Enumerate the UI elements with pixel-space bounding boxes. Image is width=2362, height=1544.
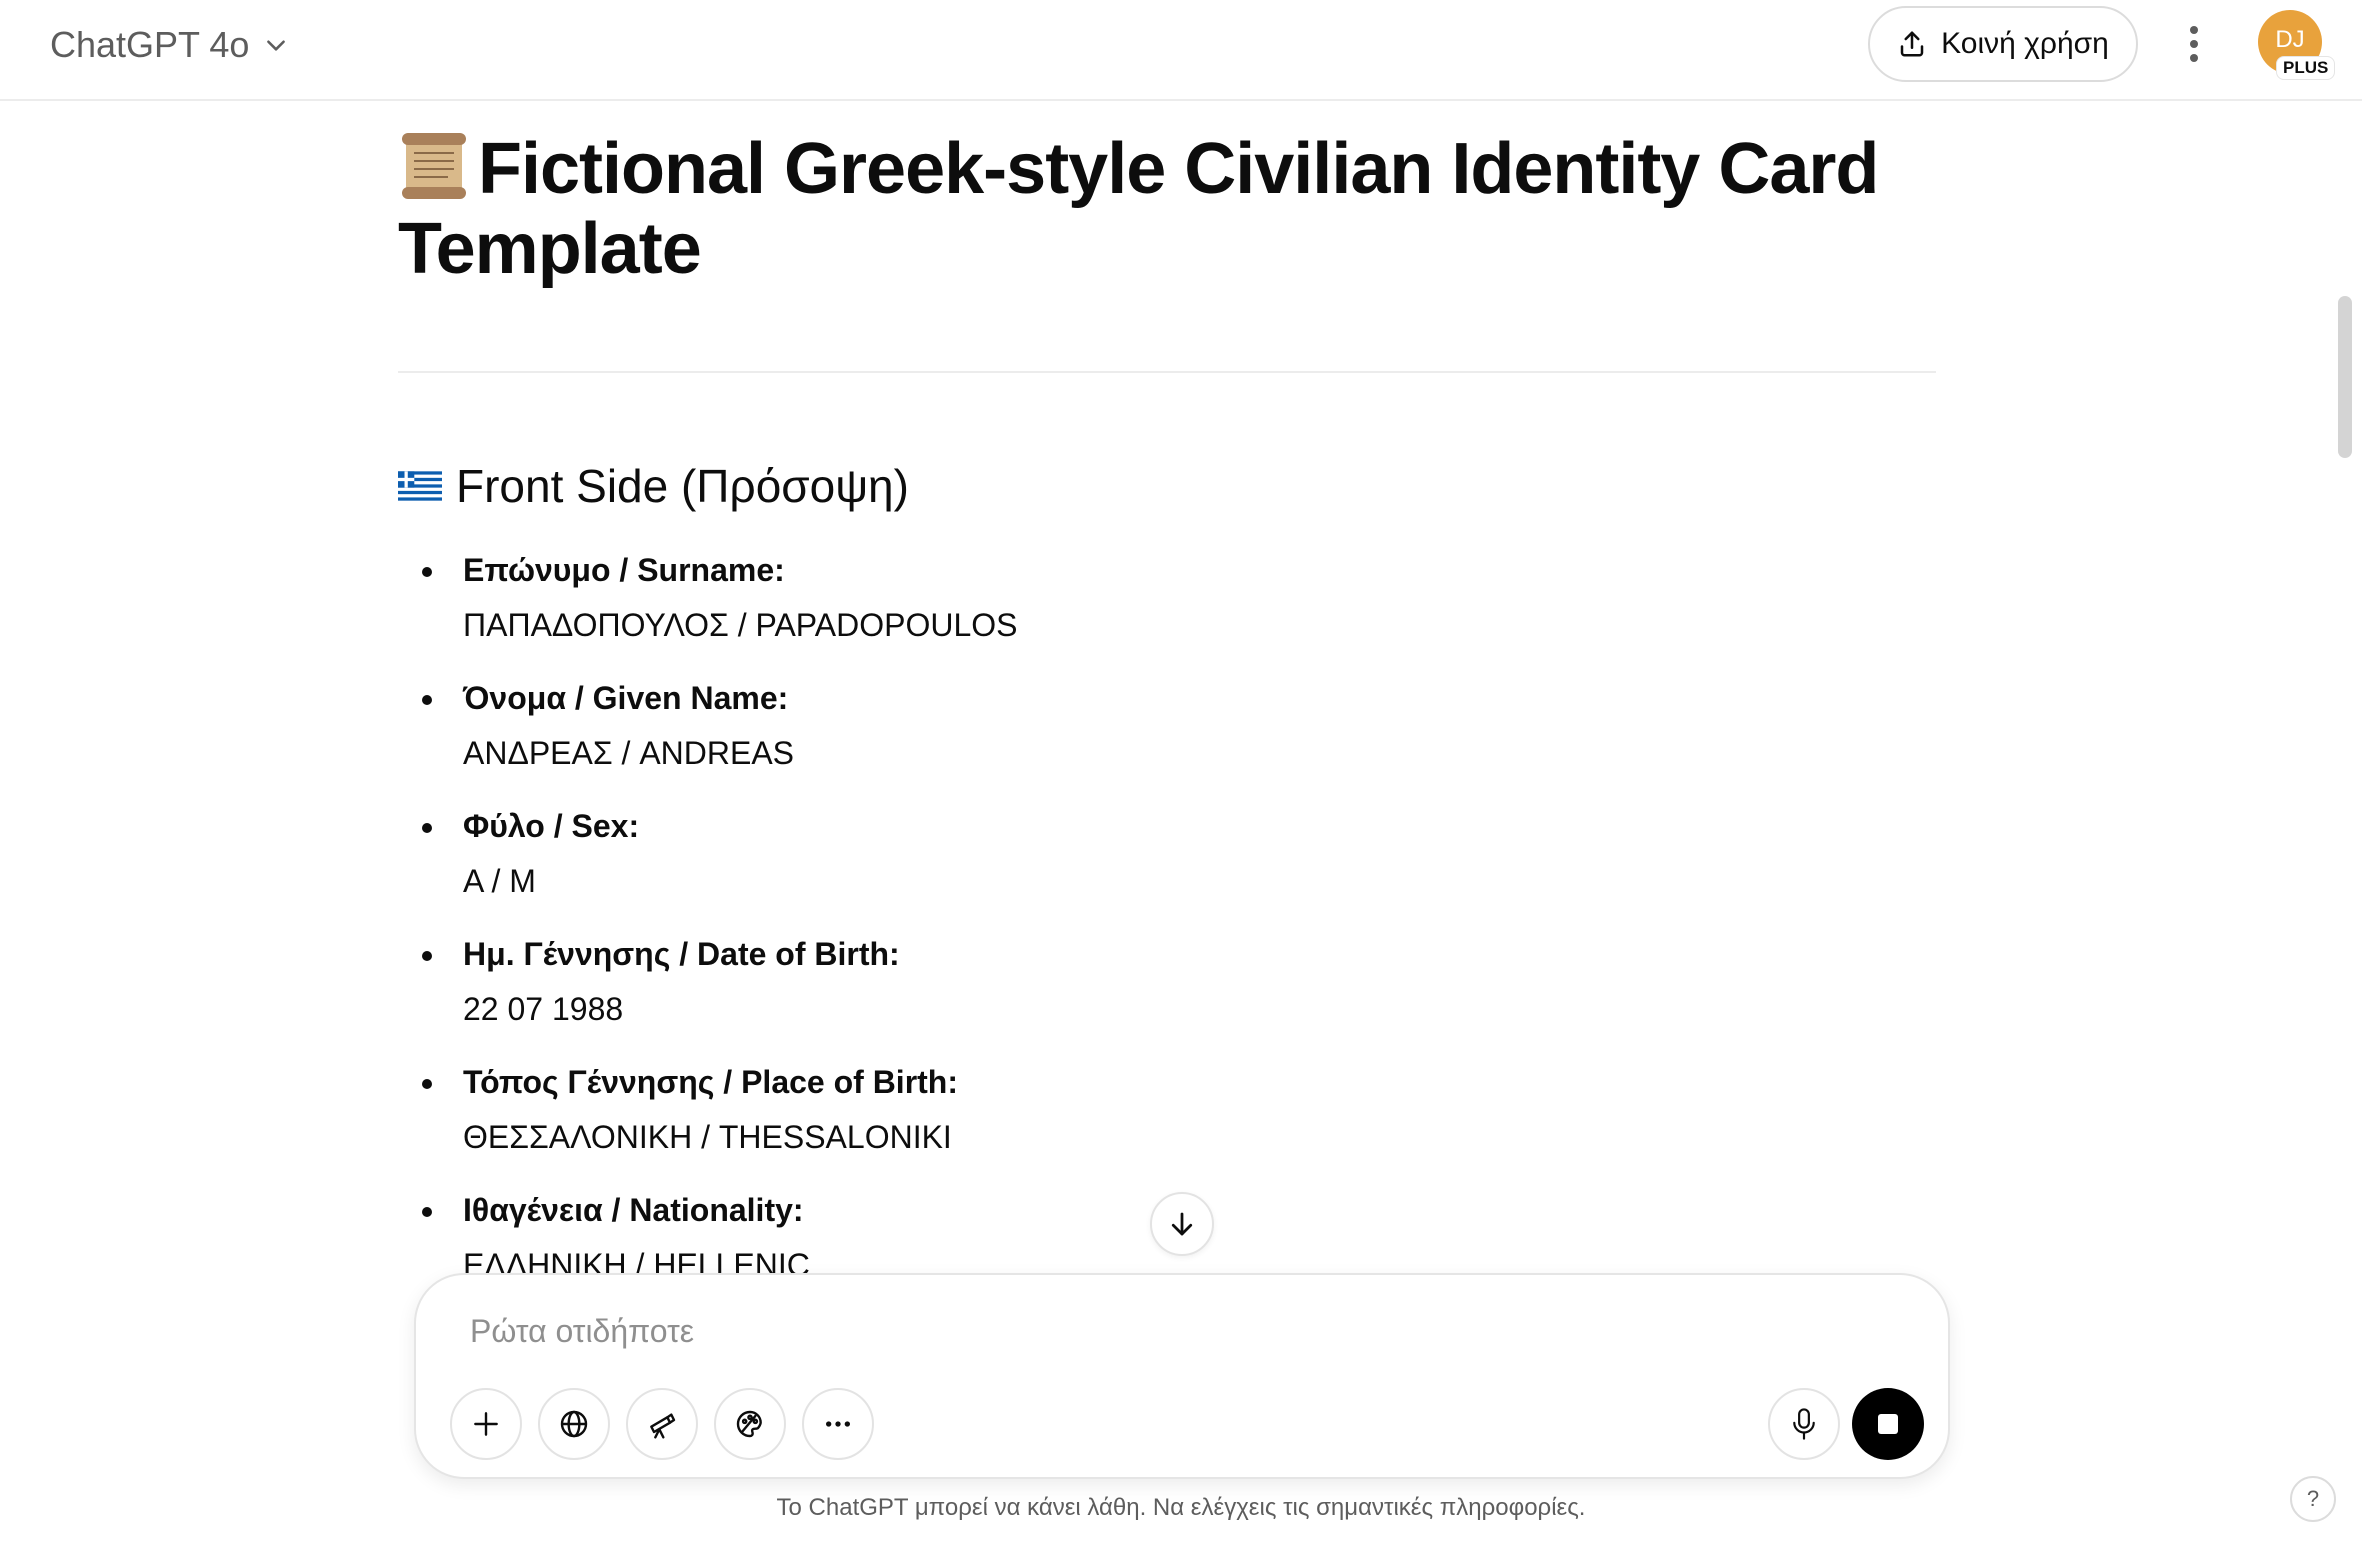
list-item: Επώνυμο / Surname: ΠΑΠΑΔΟΠΟΥΛΟΣ / PAPADO… xyxy=(398,546,1936,674)
plan-badge: PLUS xyxy=(2276,56,2336,80)
create-image-button[interactable] xyxy=(714,1388,786,1460)
field-label: Τόπος Γέννησης / Place of Birth: xyxy=(463,1064,958,1100)
dictate-button[interactable] xyxy=(1768,1388,1840,1460)
field-label: Όνομα / Given Name: xyxy=(463,680,789,716)
bullet xyxy=(422,1207,432,1217)
help-button[interactable]: ? xyxy=(2290,1476,2336,1522)
microphone-icon xyxy=(1793,1408,1815,1440)
scrollbar-thumb[interactable] xyxy=(2338,296,2352,458)
globe-icon xyxy=(560,1410,588,1438)
scroll-to-bottom-button[interactable] xyxy=(1150,1192,1214,1256)
document-title-text: Fictional Greek-style Civilian Identity … xyxy=(398,129,1879,289)
stop-icon xyxy=(1878,1414,1898,1434)
scroll-icon xyxy=(402,133,466,199)
field-label: Επώνυμο / Surname: xyxy=(463,552,785,588)
bullet xyxy=(422,567,432,577)
field-value: 22 07 1988 xyxy=(463,991,624,1027)
document-title: Fictional Greek-style Civilian Identity … xyxy=(398,129,1936,289)
section-heading-text: Front Side (Πρόσοψη) xyxy=(456,460,909,512)
bullet xyxy=(422,695,432,705)
list-item: Φύλο / Sex: Α / M xyxy=(398,802,1936,930)
model-name: ChatGPT 4o xyxy=(50,24,250,65)
more-options-button[interactable] xyxy=(2168,18,2220,70)
field-label: Ιθαγένεια / Nationality: xyxy=(463,1192,804,1228)
model-selector[interactable]: ChatGPT 4o xyxy=(36,16,303,74)
field-label: Ημ. Γέννησης / Date of Birth: xyxy=(463,936,900,972)
more-horizontal-icon xyxy=(826,1421,850,1427)
field-value: ΘΕΣΣΑΛΟΝΙΚΗ / THESSALONIKI xyxy=(463,1119,952,1155)
top-bar: ChatGPT 4o Κοινή χρήση DJ PLUS xyxy=(0,0,2362,101)
disclaimer-text: Το ChatGPT μπορεί να κάνει λάθη. Να ελέγ… xyxy=(776,1494,1586,1521)
field-value: Α / M xyxy=(463,863,536,899)
stop-generating-button[interactable] xyxy=(1852,1388,1924,1460)
field-value: ΠΑΠΑΔΟΠΟΥΛΟΣ / PAPADOPOULOS xyxy=(463,607,1018,643)
more-vertical-icon xyxy=(2190,26,2198,62)
list-item: Όνομα / Given Name: ΑΝΔΡΕΑΣ / ANDREAS xyxy=(398,674,1936,802)
field-value: ΕΛΛΗΝΙΚΗ / HELLENIC xyxy=(463,1247,810,1273)
bullet xyxy=(422,951,432,961)
telescope-icon xyxy=(650,1413,676,1439)
section-divider xyxy=(398,371,1936,373)
add-attachment-button[interactable] xyxy=(450,1388,522,1460)
prompt-input[interactable] xyxy=(470,1301,1870,1361)
field-list: Επώνυμο / Surname: ΠΑΠΑΔΟΠΟΥΛΟΣ / PAPADO… xyxy=(398,546,1936,1273)
help-icon: ? xyxy=(2306,1486,2320,1511)
bullet xyxy=(422,1079,432,1089)
section-heading: Front Side (Πρόσοψη) xyxy=(398,451,909,521)
field-label: Φύλο / Sex: xyxy=(463,808,640,844)
chat-page: ChatGPT 4o Κοινή χρήση DJ PLUS Fictional… xyxy=(0,0,2362,1544)
plus-icon xyxy=(474,1412,498,1436)
share-button[interactable]: Κοινή χρήση xyxy=(1868,6,2138,82)
arrow-down-icon xyxy=(1171,1212,1193,1236)
deep-research-button[interactable] xyxy=(626,1388,698,1460)
conversation-content: Fictional Greek-style Civilian Identity … xyxy=(398,101,1936,1273)
paint-palette-icon xyxy=(736,1410,762,1438)
avatar-initials: DJ xyxy=(2275,26,2305,53)
list-item: Ημ. Γέννησης / Date of Birth: 22 07 1988 xyxy=(398,930,1936,1058)
greek-flag-icon xyxy=(398,471,442,501)
list-item: Τόπος Γέννησης / Place of Birth: ΘΕΣΣΑΛΟ… xyxy=(398,1058,1936,1186)
message-composer xyxy=(414,1273,1950,1479)
share-button-label: Κοινή χρήση xyxy=(1941,27,2109,60)
share-upload-icon xyxy=(1900,31,1924,57)
chevron-down-icon xyxy=(267,40,286,51)
search-web-button[interactable] xyxy=(538,1388,610,1460)
bullet xyxy=(422,823,432,833)
more-tools-button[interactable] xyxy=(802,1388,874,1460)
field-value: ΑΝΔΡΕΑΣ / ANDREAS xyxy=(463,735,795,771)
